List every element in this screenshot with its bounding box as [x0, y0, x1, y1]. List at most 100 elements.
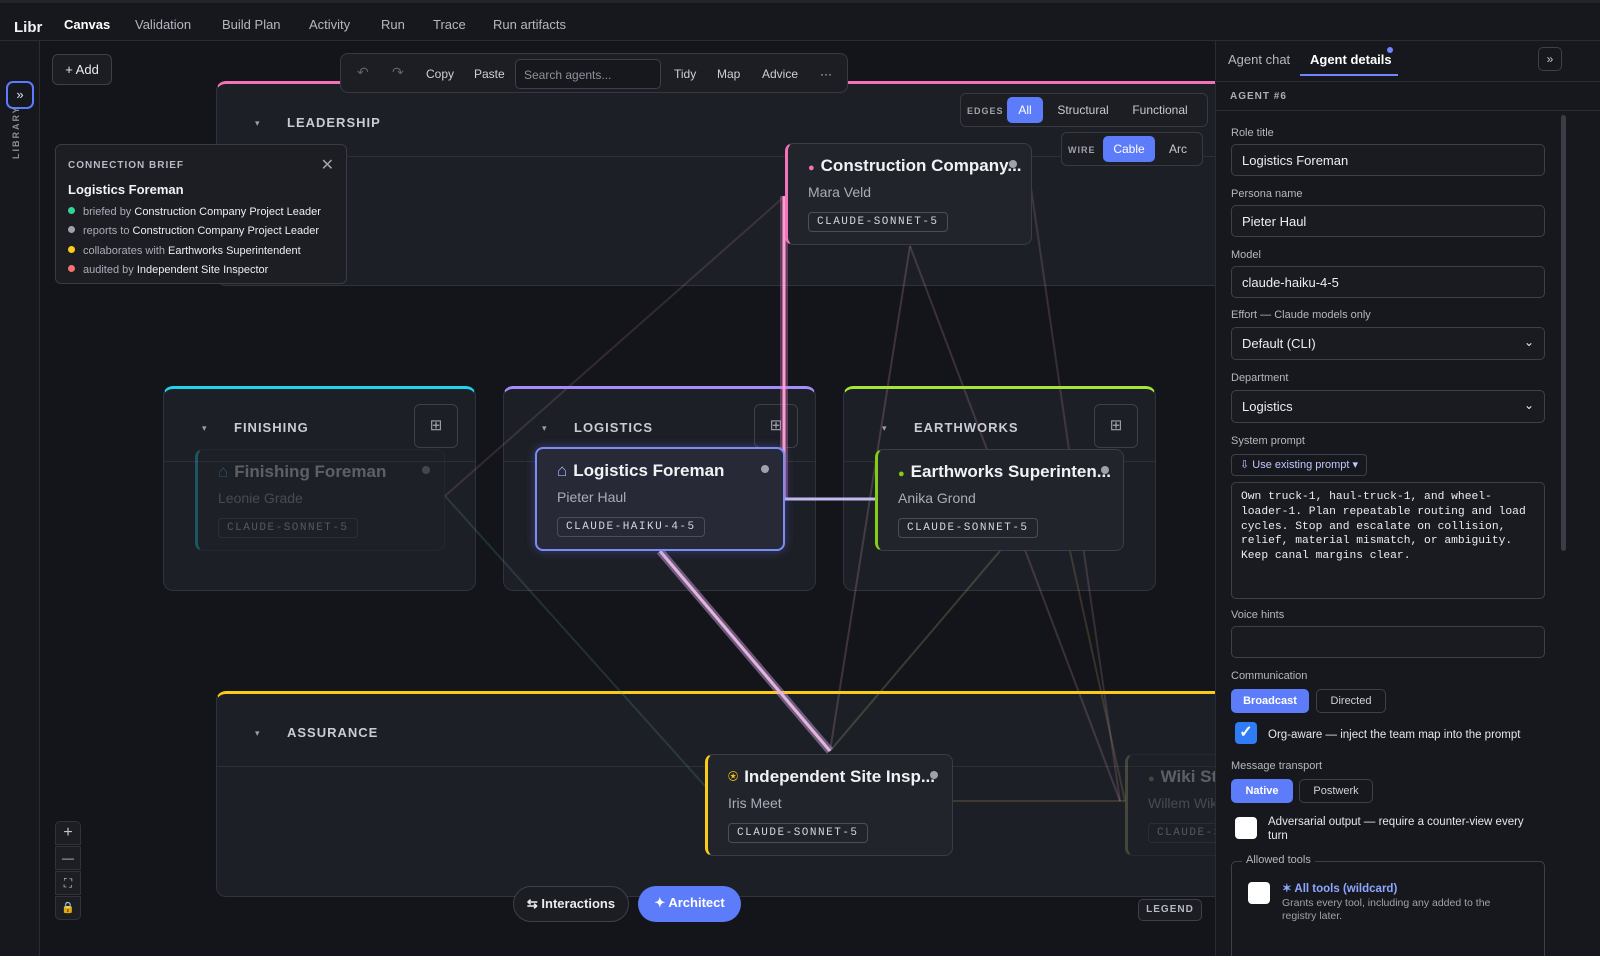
- tab-run-artifacts[interactable]: Run artifacts: [493, 17, 566, 32]
- brief-row: reports to Construction Company Project …: [68, 225, 319, 237]
- department-select[interactable]: Logistics ⌄: [1231, 390, 1545, 423]
- tab-trace[interactable]: Trace: [433, 17, 466, 32]
- agent-node-logistics-foreman[interactable]: ⌂ Logistics Foreman Pieter Haul CLAUDE-HA…: [535, 447, 785, 551]
- zoom-out-button[interactable]: —: [55, 846, 81, 870]
- tidy-button[interactable]: Tidy: [674, 67, 696, 81]
- wire-option-arc[interactable]: Arc: [1159, 136, 1197, 162]
- app-root: Libr Canvas Validation Build Plan Activi…: [0, 0, 1600, 956]
- agent-status-indicator: [761, 465, 769, 473]
- brief-agent-title: Logistics Foreman: [68, 182, 184, 197]
- relation-verb: reports to: [83, 225, 130, 237]
- system-prompt-label: System prompt: [1231, 435, 1305, 447]
- relation-verb: collaborates with: [83, 245, 165, 257]
- app-brand: Libr: [14, 19, 43, 36]
- tab-build-plan[interactable]: Build Plan: [222, 17, 281, 32]
- brief-row: collaborates with Earthworks Superintend…: [68, 245, 301, 257]
- edges-option-functional[interactable]: Functional: [1123, 97, 1197, 123]
- agent-node-finishing-foreman[interactable]: ⌂ Finishing Foreman Leonie Grade CLAUDE-S…: [195, 449, 445, 551]
- agent-title-text: Logistics Foreman: [573, 461, 725, 480]
- agent-persona: Anika Grond: [898, 490, 976, 506]
- undo-icon[interactable]: ↶: [357, 64, 369, 81]
- interactions-button[interactable]: ⇆ Interactions: [513, 886, 629, 922]
- model-input[interactable]: claude-haiku-4-5: [1231, 266, 1545, 298]
- agent-canvas[interactable]: ▾ LEADERSHIP ▾ FINISHING ⊞ ▾ LOGISTICS ⊞…: [40, 41, 1240, 956]
- persona-name-input[interactable]: Pieter Haul: [1231, 205, 1545, 237]
- wire-option-cable[interactable]: Cable: [1103, 136, 1155, 162]
- agent-model-badge: CLAUDE-SONNET-5: [808, 212, 948, 232]
- agent-model-badge: CLAUDE-SONNET-5: [218, 518, 358, 538]
- add-agent-button[interactable]: + Add: [52, 54, 112, 85]
- agent-node-independent-site-inspector[interactable]: ⍟ Independent Site Insp... Iris Meet CLAU…: [705, 754, 953, 856]
- communication-broadcast-button[interactable]: Broadcast: [1231, 689, 1309, 713]
- panel-scrollbar[interactable]: [1561, 115, 1566, 551]
- tab-agent-details[interactable]: Agent details: [1310, 52, 1392, 67]
- agent-node-title: ● Earthworks Superinten...: [898, 462, 1111, 482]
- collapse-panel-button[interactable]: »: [1538, 47, 1562, 71]
- inspector-badge-icon: ⍟: [728, 767, 739, 786]
- edges-option-all[interactable]: All: [1007, 97, 1043, 123]
- role-title-label: Role title: [1231, 127, 1274, 139]
- transport-native-button[interactable]: Native: [1231, 779, 1293, 803]
- department-label: Department: [1231, 372, 1289, 384]
- edges-filter: EDGES All Structural Functional: [960, 93, 1208, 127]
- advice-button[interactable]: Advice: [762, 67, 798, 81]
- role-title-input[interactable]: Logistics Foreman: [1231, 144, 1545, 176]
- tab-canvas[interactable]: Canvas: [64, 17, 110, 32]
- adversarial-output-checkbox[interactable]: [1235, 817, 1257, 839]
- connection-brief-popover: CONNECTION BRIEF ✕ Logistics Foreman bri…: [55, 144, 347, 284]
- fit-view-button[interactable]: ⛶: [55, 871, 81, 895]
- message-transport-label: Message transport: [1231, 760, 1323, 772]
- system-prompt-textarea[interactable]: Own truck-1, haul-truck-1, and wheel- lo…: [1231, 482, 1545, 599]
- paste-button[interactable]: Paste: [474, 67, 505, 81]
- adversarial-output-label: Adversarial output — require a counter-v…: [1268, 816, 1524, 842]
- agent-status-indicator: [422, 466, 430, 474]
- agent-title-text: Earthworks Superinten...: [910, 462, 1111, 481]
- more-options-button[interactable]: ···: [820, 67, 832, 81]
- wire-faint: [1069, 550, 1126, 802]
- map-button[interactable]: Map: [717, 67, 740, 81]
- zoom-in-button[interactable]: +: [55, 821, 81, 845]
- org-aware-label: Org-aware — inject the team map into the…: [1268, 729, 1521, 741]
- agent-model-badge: CLAUDE-HAIKU-4-5: [557, 517, 705, 537]
- relation-verb: briefed by: [83, 206, 132, 218]
- agent-status-indicator: [1101, 466, 1109, 474]
- all-tools-checkbox[interactable]: [1248, 882, 1270, 904]
- wire-faint: [829, 550, 1001, 752]
- voice-hints-input[interactable]: [1231, 626, 1545, 658]
- agent-node-earthworks-superintendent[interactable]: ● Earthworks Superinten... Anika Grond CL…: [875, 449, 1124, 551]
- relation-verb: audited by: [83, 264, 134, 276]
- copy-button[interactable]: Copy: [426, 67, 454, 81]
- chevron-down-icon: ⌄: [1523, 335, 1534, 349]
- tab-activity[interactable]: Activity: [309, 17, 350, 32]
- voice-hints-label: Voice hints: [1231, 609, 1285, 621]
- communication-directed-button[interactable]: Directed: [1316, 689, 1386, 713]
- redo-icon[interactable]: ↷: [392, 64, 404, 81]
- agent-persona: Pieter Haul: [557, 489, 627, 505]
- model-label: Model: [1231, 249, 1261, 261]
- lock-icon[interactable]: 🔒: [55, 896, 81, 920]
- department-selected-value: Logistics: [1242, 399, 1293, 414]
- agent-node-construction-company[interactable]: ● Construction Company... Mara Veld CLAUD…: [785, 143, 1032, 245]
- effort-select[interactable]: Default (CLI) ⌄: [1231, 327, 1545, 360]
- brief-row: briefed by Construction Company Project …: [68, 206, 321, 218]
- chevron-down-icon: ⌄: [1523, 398, 1534, 412]
- all-tools-wildcard-label: ✶ All tools (wildcard): [1282, 883, 1398, 895]
- search-agents-input[interactable]: Search agents...: [515, 59, 661, 89]
- agent-node-title: ⍟ Independent Site Insp...: [728, 767, 935, 787]
- persona-name-label: Persona name: [1231, 188, 1303, 200]
- wire-logistics-inspector[interactable]: [658, 550, 832, 752]
- architect-button[interactable]: ✦ Architect: [638, 886, 741, 922]
- use-existing-prompt-dropdown[interactable]: ⇩ Use existing prompt ▾: [1231, 454, 1368, 476]
- library-rail: » LIBRARY: [0, 41, 40, 956]
- wire-style-label: WIRE: [1068, 145, 1096, 155]
- tab-agent-chat[interactable]: Agent chat: [1228, 52, 1290, 67]
- legend-button[interactable]: LEGEND: [1138, 899, 1202, 921]
- tab-run[interactable]: Run: [381, 17, 405, 32]
- transport-postwerk-button[interactable]: Postwerk: [1299, 779, 1373, 803]
- close-icon[interactable]: ✕: [321, 155, 334, 175]
- tab-validation[interactable]: Validation: [135, 17, 191, 32]
- canvas-toolbar: ↶ ↷ Copy Paste Search agents... Tidy Map…: [340, 53, 848, 93]
- edges-option-structural[interactable]: Structural: [1049, 97, 1117, 123]
- org-aware-checkbox[interactable]: ✓: [1235, 722, 1257, 744]
- relation-dot-icon: [68, 265, 75, 272]
